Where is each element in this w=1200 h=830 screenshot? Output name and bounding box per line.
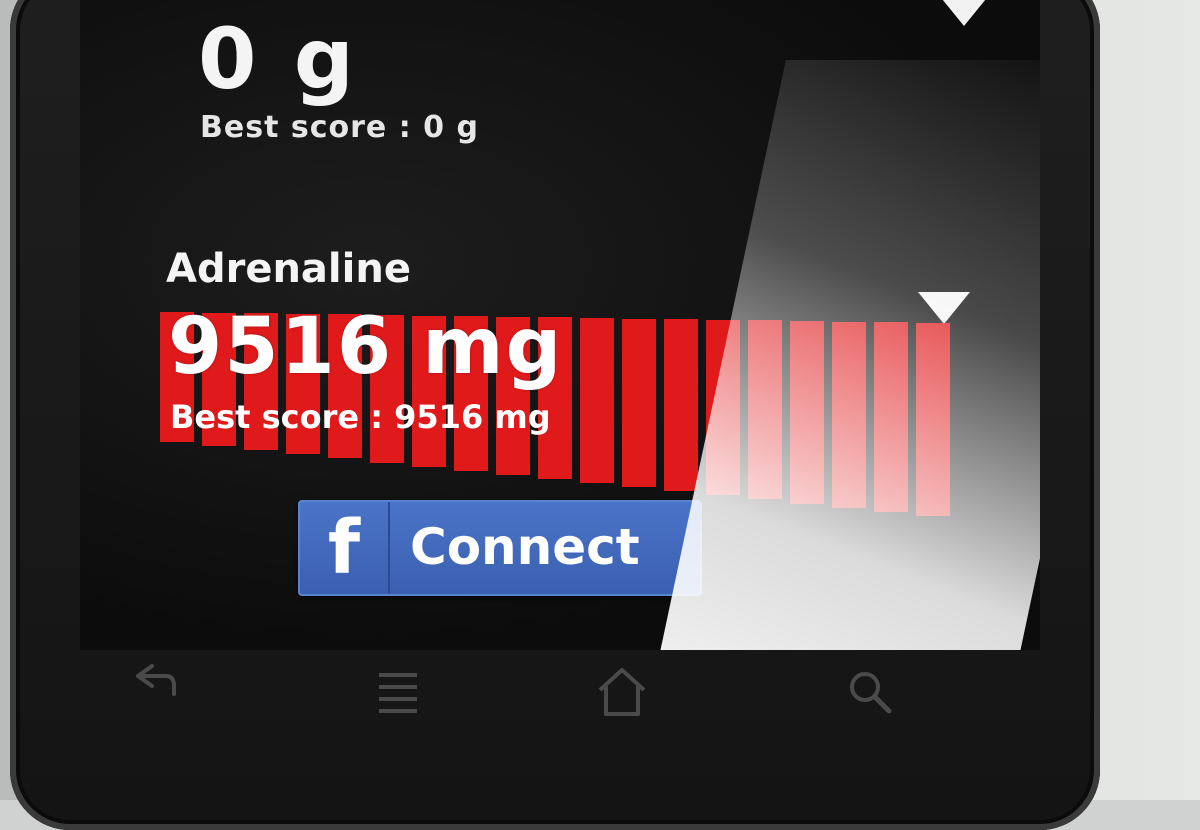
- android-navigation-bar: [10, 620, 1100, 800]
- phone-screen: 0 g Best score : 0 g Adrenaline 9516 mg …: [80, 0, 1040, 650]
- phone-body: 0 g Best score : 0 g Adrenaline 9516 mg …: [10, 0, 1100, 830]
- search-icon[interactable]: [840, 662, 900, 722]
- adrenaline-panel: Adrenaline 9516 mg Best score : 9516 mg: [150, 228, 970, 516]
- facebook-connect-label: Connect: [410, 518, 640, 576]
- meter-segment: [664, 319, 698, 492]
- home-icon[interactable]: [592, 662, 652, 722]
- meter-segment: [706, 319, 740, 496]
- meter-segment: [580, 318, 614, 483]
- adrenaline-title: Adrenaline: [166, 246, 411, 292]
- gforce-value: 0 g: [198, 10, 358, 108]
- facebook-icon: f: [327, 505, 361, 591]
- meter-segment: [622, 318, 656, 488]
- menu-icon[interactable]: [368, 662, 428, 722]
- dropdown-arrow-icon[interactable]: [938, 0, 990, 26]
- meter-segment: [916, 322, 950, 516]
- facebook-connect-button[interactable]: f Connect: [298, 500, 702, 596]
- meter-segment: [832, 321, 866, 508]
- adrenaline-best-score: Best score : 9516 mg: [170, 398, 551, 436]
- gforce-best-score: Best score : 0 g: [200, 110, 479, 145]
- gforce-panel: 0 g Best score : 0 g: [80, 0, 1040, 210]
- facebook-logo-box: f: [300, 502, 390, 594]
- back-icon[interactable]: [125, 650, 185, 710]
- adrenaline-value: 9516 mg: [168, 302, 564, 392]
- meter-segment: [874, 322, 908, 512]
- meter-segment: [790, 321, 824, 504]
- meter-segment: [748, 320, 782, 500]
